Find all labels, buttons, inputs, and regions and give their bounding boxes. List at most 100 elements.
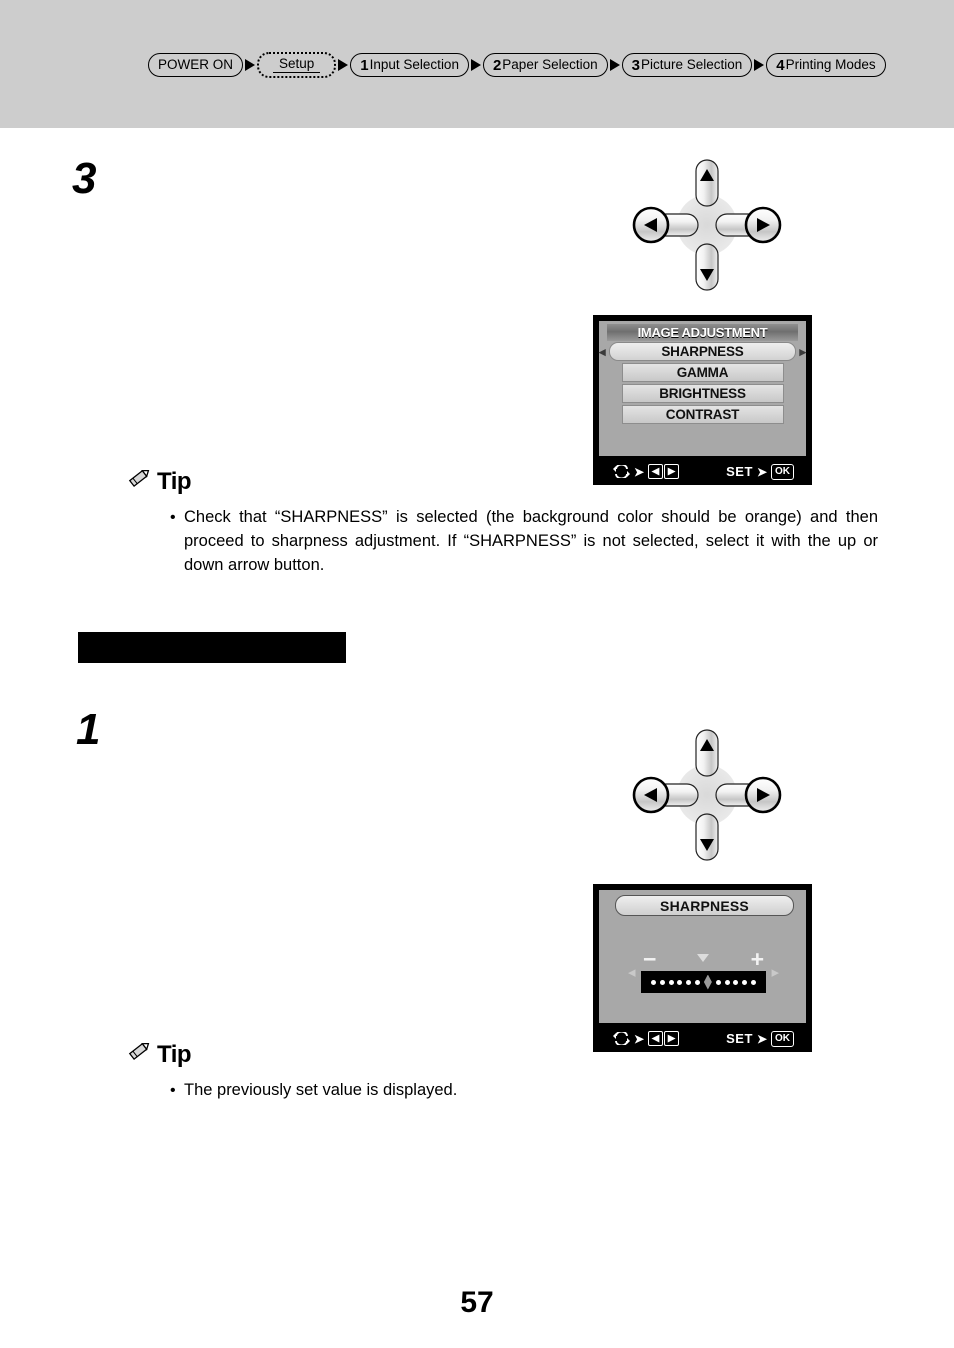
scale-dot — [715, 979, 721, 985]
dpad-control-1[interactable] — [622, 158, 792, 293]
flow-step-label: Setup — [273, 57, 321, 73]
page-number: 57 — [460, 1286, 494, 1319]
hint-arrow-icon: ➤ — [634, 1031, 645, 1046]
lcd-hint-navigation: ➤ ◀ ▶ — [613, 463, 680, 480]
lcd-screen-image-adjustment: IMAGE ADJUSTMENT ◂ SHARPNESS ▸ GAMMA BRI… — [593, 315, 812, 485]
chevron-right-icon: ▸ — [799, 343, 806, 359]
flow-step-setup[interactable]: Setup — [257, 52, 337, 78]
scale-dot — [659, 979, 665, 985]
ok-key-icon: OK — [771, 463, 794, 480]
flow-arrow-icon — [608, 54, 622, 76]
lcd-hint-bar: ➤ ◀ ▶ SET ➤ OK — [599, 1028, 806, 1049]
tip-body-1: • Check that “SHARPNESS” is selected (th… — [170, 506, 878, 578]
section-header-bar — [78, 632, 346, 663]
lcd-hint-navigation: ➤ ◀ ▶ — [613, 1030, 680, 1047]
tip-heading-1: Tip — [128, 468, 192, 496]
scale-dot — [677, 979, 683, 985]
flow-step-label: Printing Modes — [785, 57, 876, 73]
lcd-menu-list: ◂ SHARPNESS ▸ GAMMA BRIGHTNESS CONTRAST — [599, 342, 806, 426]
hint-arrow-icon: ➤ — [634, 464, 645, 479]
hint-arrow-icon: ➤ — [756, 1031, 767, 1046]
flow-arrow-icon — [752, 54, 766, 76]
flow-step-label: Picture Selection — [640, 57, 743, 73]
scale-dot — [695, 979, 701, 985]
tip-body-text: Check that “SHARPNESS” is selected (the … — [184, 508, 878, 574]
hint-set-label: SET — [726, 464, 753, 479]
cycle-icon — [613, 465, 630, 478]
flow-arrow-icon — [336, 54, 350, 76]
hint-set-label: SET — [726, 1031, 753, 1046]
lcd-title-bar: IMAGE ADJUSTMENT — [607, 324, 798, 341]
pencil-icon — [128, 1043, 150, 1061]
menu-item-label: CONTRAST — [665, 406, 740, 422]
menu-item-label: BRIGHTNESS — [659, 385, 746, 401]
flow-arrow-icon — [469, 54, 483, 76]
menu-item-label: SHARPNESS — [661, 343, 744, 359]
cycle-icon — [613, 1032, 630, 1045]
flow-step-number: 3 — [631, 56, 640, 74]
lcd-screen-sharpness: SHARPNESS − + ◂ ▸ ➤ ◀ ▶ SET ➤ OK — [593, 884, 812, 1052]
flow-step-paper-selection[interactable]: 2 Paper Selection — [482, 53, 608, 77]
flow-step-power-on[interactable]: POWER ON — [148, 53, 244, 77]
bullet-icon: • — [170, 509, 176, 526]
scale-dot — [668, 979, 674, 985]
hint-arrow-icon: ➤ — [756, 464, 767, 479]
tip-heading-text: Tip — [157, 1041, 192, 1068]
left-key-icon: ◀ — [648, 463, 664, 480]
flow-step-number: 2 — [492, 56, 502, 74]
menu-item-label: GAMMA — [676, 364, 729, 380]
tip-body-2: • The previously set value is displayed. — [170, 1079, 784, 1103]
menu-item-gamma[interactable]: GAMMA — [621, 363, 784, 382]
scale-dot — [733, 979, 739, 985]
flow-step-picture-selection[interactable]: 3 Picture Selection — [621, 53, 753, 77]
menu-item-contrast[interactable]: CONTRAST — [621, 405, 784, 424]
scale-dot — [724, 979, 730, 985]
lcd-title-text: SHARPNESS — [660, 897, 749, 914]
bullet-icon: • — [170, 1082, 176, 1099]
menu-item-brightness[interactable]: BRIGHTNESS — [621, 384, 784, 403]
pencil-icon — [128, 470, 150, 488]
lcd-title-sharpness: SHARPNESS — [615, 895, 794, 916]
scale-pointer-icon — [696, 954, 709, 962]
scale-track[interactable] — [641, 971, 766, 993]
breadcrumb: POWER ON Setup 1 Input Selection 2 Paper… — [148, 52, 886, 78]
scale-dot — [751, 979, 757, 985]
flow-step-input-selection[interactable]: 1 Input Selection — [350, 53, 469, 77]
tip-heading-2: Tip — [128, 1041, 192, 1069]
tip-heading-text: Tip — [157, 468, 192, 495]
step-number-1: 1 — [76, 705, 101, 754]
hint-lr-keys: ◀ ▶ — [648, 1030, 680, 1047]
flow-step-label: Paper Selection — [502, 57, 598, 73]
chevron-left-icon: ◂ — [628, 964, 636, 981]
lcd-title-text: IMAGE ADJUSTMENT — [637, 325, 768, 340]
flow-step-number: 1 — [360, 56, 369, 74]
flow-step-label: POWER ON — [158, 57, 234, 73]
minus-sign-icon: − — [643, 946, 657, 972]
right-key-icon: ▶ — [664, 463, 680, 480]
lcd-inner-screen: IMAGE ADJUSTMENT ◂ SHARPNESS ▸ GAMMA BRI… — [599, 321, 806, 456]
ok-key-icon: OK — [771, 1030, 794, 1047]
scale-marker[interactable] — [703, 974, 712, 990]
chevron-left-icon: ◂ — [599, 343, 606, 359]
lcd-hint-set: SET ➤ OK — [726, 463, 794, 480]
lcd-hint-bar: ➤ ◀ ▶ SET ➤ OK — [599, 461, 806, 482]
flow-step-number: 4 — [776, 56, 785, 74]
scale-dot — [742, 979, 748, 985]
flow-arrow-icon — [243, 54, 257, 76]
plus-sign-icon: + — [750, 946, 764, 972]
left-key-icon: ◀ — [648, 1030, 664, 1047]
right-key-icon: ▶ — [664, 1030, 680, 1047]
menu-item-sharpness[interactable]: ◂ SHARPNESS ▸ — [599, 342, 806, 361]
lcd-inner-screen: SHARPNESS − + ◂ ▸ — [599, 890, 806, 1023]
hint-lr-keys: ◀ ▶ — [648, 463, 680, 480]
chevron-right-icon: ▸ — [771, 964, 779, 981]
flow-step-label: Input Selection — [369, 57, 459, 73]
flow-step-printing-modes[interactable]: 4 Printing Modes — [766, 53, 886, 77]
scale-dot — [686, 979, 692, 985]
tip-body-text: The previously set value is displayed. — [184, 1081, 458, 1099]
step-number-3: 3 — [72, 154, 97, 203]
sharpness-scale[interactable]: − + ◂ ▸ — [599, 948, 806, 996]
lcd-hint-set: SET ➤ OK — [726, 1030, 794, 1047]
scale-dot — [650, 979, 656, 985]
dpad-control-2[interactable] — [622, 728, 792, 863]
